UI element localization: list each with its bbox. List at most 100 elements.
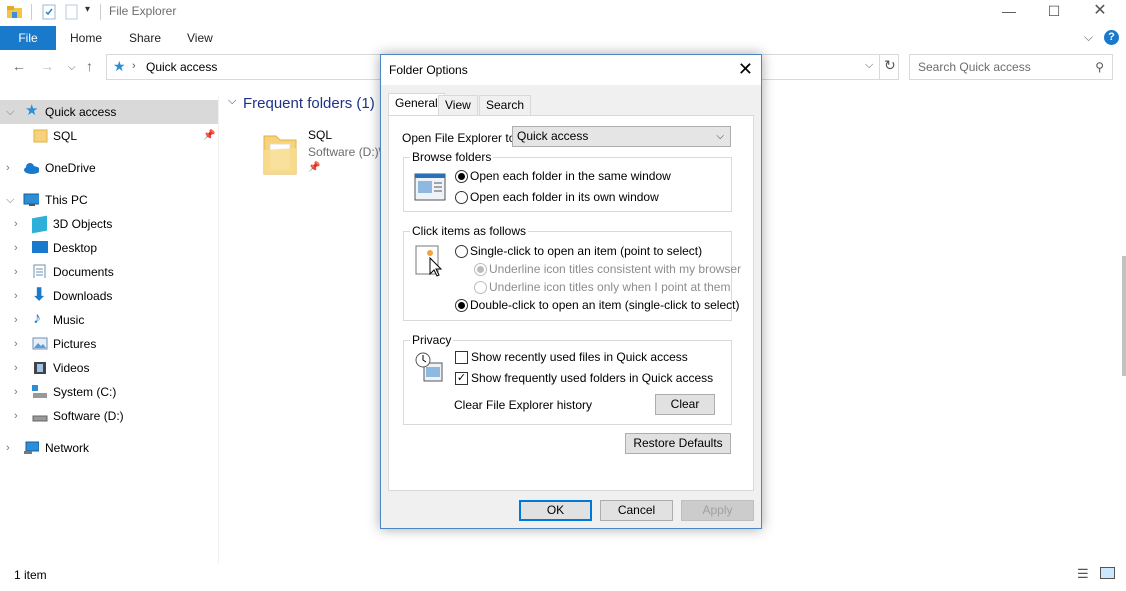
drive-icon <box>32 415 48 422</box>
expand-chevron-icon[interactable]: › <box>14 236 26 260</box>
expand-chevron-icon[interactable]: › <box>14 332 26 356</box>
help-icon[interactable]: ? <box>1104 30 1119 45</box>
status-bar: 1 item ☰ <box>0 562 1126 586</box>
tab-search[interactable]: Search <box>479 95 532 115</box>
refresh-icon[interactable]: ↻ <box>884 57 896 74</box>
sidebar-item-desktop[interactable]: › Desktop <box>0 236 218 260</box>
expand-ribbon-icon[interactable]: ⌵ <box>1084 30 1093 45</box>
apply-button[interactable]: Apply <box>681 500 754 521</box>
expand-chevron-icon[interactable]: › <box>14 260 26 284</box>
frequent-folders-label[interactable]: Show frequently used folders in Quick ac… <box>471 371 713 385</box>
sidebar-item-videos[interactable]: › Videos <box>0 356 218 380</box>
up-icon[interactable]: ↑ <box>86 58 93 74</box>
details-view-icon[interactable]: ☰ <box>1077 566 1089 582</box>
ok-button[interactable]: OK <box>519 500 592 521</box>
clear-history-label: Clear File Explorer history <box>454 398 593 412</box>
new-folder-icon[interactable] <box>63 4 79 20</box>
tab-view[interactable]: View <box>187 26 213 50</box>
search-placeholder: Search Quick access <box>918 60 1031 74</box>
document-icon <box>33 264 46 278</box>
pin-icon[interactable]: 📌 <box>203 124 215 148</box>
same-window-radio[interactable] <box>455 170 468 183</box>
open-to-select[interactable]: Quick access ⌵ <box>512 126 731 147</box>
folder-name: SQL <box>308 128 333 142</box>
folder-icon <box>33 129 48 143</box>
sidebar-item-downloads[interactable]: › ⬇ Downloads <box>0 284 218 308</box>
underline-point-label[interactable]: Underline icon titles only when I point … <box>489 280 730 294</box>
breadcrumb[interactable]: Quick access <box>146 60 217 74</box>
tab-home[interactable]: Home <box>70 26 102 50</box>
window-title: File Explorer <box>109 4 177 18</box>
forward-icon[interactable]: → <box>40 58 54 74</box>
close-icon[interactable]: ✕ <box>1077 0 1123 22</box>
desktop-icon <box>32 241 48 253</box>
sidebar-item-documents[interactable]: › Documents <box>0 260 218 284</box>
properties-icon[interactable] <box>41 4 57 20</box>
sidebar-item-music[interactable]: › ♪ Music <box>0 308 218 332</box>
maximize-icon[interactable]: ☐ <box>1031 0 1077 22</box>
sidebar-item-label: OneDrive <box>45 161 96 175</box>
browse-folders-group: Browse folders Open each folder in the s… <box>403 150 732 212</box>
back-icon[interactable]: ← <box>12 58 26 74</box>
sidebar-item-sql[interactable]: SQL 📌 <box>0 124 218 148</box>
dialog-title: Folder Options <box>389 63 468 77</box>
large-icons-view-icon[interactable] <box>1100 567 1115 579</box>
tab-view[interactable]: View <box>438 95 478 115</box>
address-dropdown-icon[interactable]: ⌵ <box>865 59 873 72</box>
sidebar-item-pictures[interactable]: › Pictures <box>0 332 218 356</box>
underline-browser-label[interactable]: Underline icon titles consistent with my… <box>489 262 741 276</box>
double-click-radio[interactable] <box>455 299 468 312</box>
group-legend: Browse folders <box>410 150 494 164</box>
computer-icon <box>23 193 39 206</box>
single-click-label[interactable]: Single-click to open an item (point to s… <box>470 244 702 258</box>
underline-browser-radio[interactable] <box>474 263 487 276</box>
clear-button[interactable]: Clear <box>655 394 715 415</box>
search-icon[interactable]: ⚲ <box>1095 55 1104 79</box>
expand-chevron-icon[interactable]: › <box>14 380 26 404</box>
expand-chevron-icon[interactable]: › <box>14 284 26 308</box>
sidebar-item-label: Desktop <box>53 241 98 255</box>
restore-defaults-button[interactable]: Restore Defaults <box>625 433 731 454</box>
same-window-label[interactable]: Open each folder in the same window <box>470 169 671 183</box>
sidebar-item-3d-objects[interactable]: › 3D Objects <box>0 212 218 236</box>
star-icon: ★ <box>113 58 126 74</box>
tab-file[interactable]: File <box>0 26 56 50</box>
sidebar-item-onedrive[interactable]: › OneDrive <box>0 156 218 180</box>
click-items-group: Click items as follows Single-click to o… <box>403 224 741 321</box>
own-window-label[interactable]: Open each folder in its own window <box>470 190 659 204</box>
single-click-radio[interactable] <box>455 245 468 258</box>
expand-chevron-icon[interactable]: › <box>14 356 26 380</box>
expand-chevron-icon[interactable]: › <box>14 212 26 236</box>
expand-chevron-icon[interactable]: › <box>14 308 26 332</box>
close-icon[interactable]: ✕ <box>738 59 753 80</box>
tab-general[interactable]: General <box>388 93 445 116</box>
general-tab-panel: Open File Explorer to: Quick access ⌵ Br… <box>388 115 754 491</box>
frequent-folders-checkbox[interactable]: ✓ <box>455 372 468 385</box>
recent-locations-icon[interactable]: ⌵ <box>68 60 76 76</box>
sidebar-item-network[interactable]: › Network <box>0 436 218 460</box>
customize-toolbar-icon[interactable]: ▾ <box>85 4 90 20</box>
breadcrumb-chevron-icon[interactable]: › <box>132 60 136 72</box>
cancel-button[interactable]: Cancel <box>600 500 673 521</box>
underline-point-radio[interactable] <box>474 281 487 294</box>
double-click-label[interactable]: Double-click to open an item (single-cli… <box>470 298 739 312</box>
expand-chevron-icon[interactable]: › <box>6 156 18 180</box>
scrollbar[interactable] <box>1122 256 1126 376</box>
sidebar-item-system-c[interactable]: › System (C:) <box>0 380 218 404</box>
tab-share[interactable]: Share <box>129 26 161 50</box>
own-window-radio[interactable] <box>455 191 468 204</box>
minimize-icon[interactable]: — <box>986 0 1032 22</box>
sidebar-item-software-d[interactable]: › Software (D:) <box>0 404 218 428</box>
search-input[interactable]: Search Quick access ⚲ <box>909 54 1113 80</box>
recent-files-label[interactable]: Show recently used files in Quick access <box>471 350 688 364</box>
sidebar-item-quick-access[interactable]: ⌵ ★ Quick access <box>0 100 218 124</box>
chevron-down-icon: ⌵ <box>716 131 724 142</box>
expand-chevron-icon[interactable]: › <box>14 404 26 428</box>
sidebar-item-this-pc[interactable]: ⌵ This PC <box>0 188 218 212</box>
recent-files-checkbox[interactable] <box>455 351 468 364</box>
expand-chevron-icon[interactable]: › <box>6 436 18 460</box>
collapse-chevron-icon[interactable]: ⌵ <box>6 188 18 212</box>
collapse-chevron-icon[interactable]: ⌵ <box>6 100 18 124</box>
section-title[interactable]: Frequent folders (1) <box>243 95 375 112</box>
group-collapse-chevron-icon[interactable]: ⌵ <box>228 95 236 108</box>
